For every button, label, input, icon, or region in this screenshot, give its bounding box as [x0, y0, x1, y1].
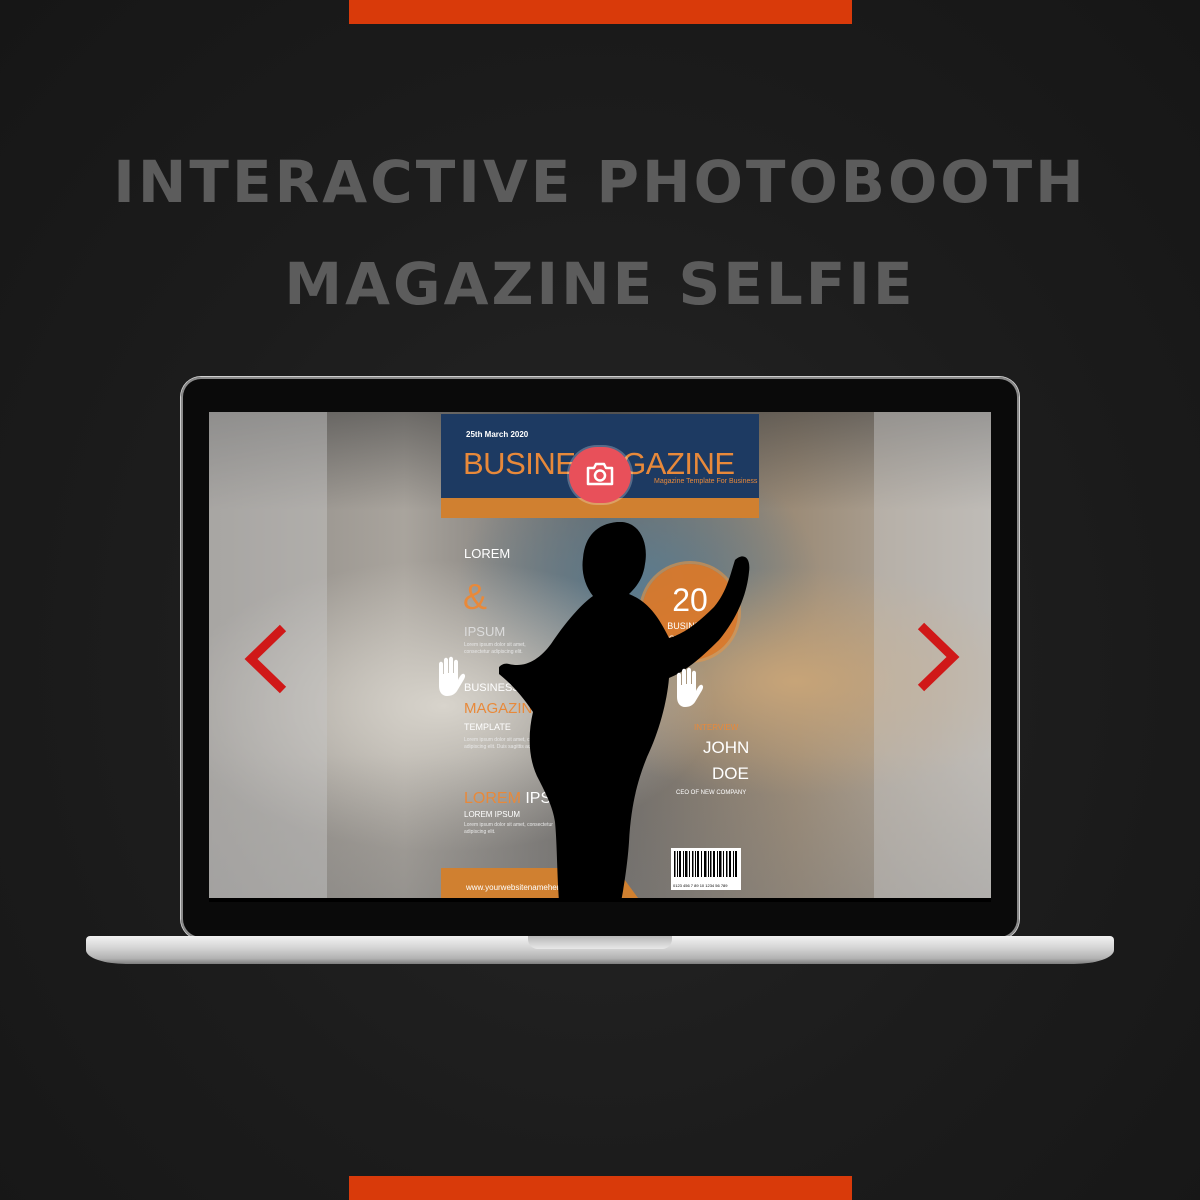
capture-button[interactable] — [569, 447, 631, 503]
screen-bottom-edge — [209, 898, 991, 902]
hand-icon[interactable] — [433, 656, 467, 696]
magazine-subtitle: Magazine Template For Business — [654, 478, 758, 485]
headline-line-1: INTERACTIVE PHOTOBOOTH — [113, 148, 1087, 216]
headline-line-2: MAGAZINE SELFIE — [284, 250, 916, 318]
bottom-accent-bar — [349, 1176, 852, 1200]
photobooth-screen: 25th March 2020 BUSINES AGAZINE Magazine… — [209, 412, 991, 902]
chevron-right-icon[interactable] — [909, 622, 961, 692]
person-silhouette — [499, 522, 750, 902]
top-accent-bar — [349, 0, 852, 24]
hand-icon[interactable] — [671, 667, 705, 707]
camera-icon — [586, 462, 614, 486]
laptop-notch — [528, 936, 672, 949]
cover-ampersand: & — [463, 576, 488, 617]
magazine-date: 25th March 2020 — [466, 430, 529, 439]
chevron-left-icon[interactable] — [243, 624, 295, 694]
